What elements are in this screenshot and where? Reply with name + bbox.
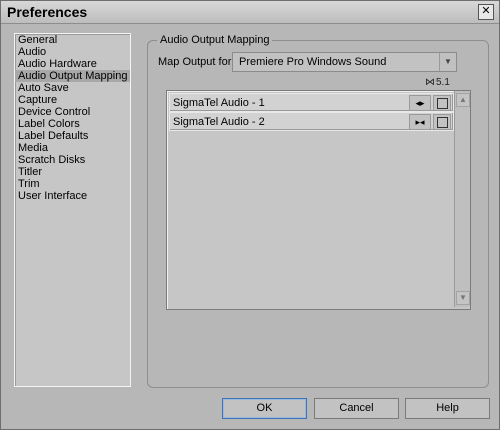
category-item-audio[interactable]: Audio: [15, 46, 130, 58]
category-item-device-control[interactable]: Device Control: [15, 106, 130, 118]
category-item-user-interface[interactable]: User Interface: [15, 190, 130, 202]
surround-icon[interactable]: [433, 114, 451, 130]
vertical-scrollbar[interactable]: ▲ ▼: [454, 91, 470, 307]
category-item-media[interactable]: Media: [15, 142, 130, 154]
ok-button[interactable]: OK: [222, 398, 307, 419]
map-output-label: Map Output for:: [158, 56, 235, 68]
row-label: SigmaTel Audio - 1: [173, 97, 265, 109]
column-5-1-label: 5.1: [436, 77, 450, 88]
row-label: SigmaTel Audio - 2: [173, 116, 265, 128]
stereo-icon: ⋈: [425, 77, 435, 88]
scroll-down-icon[interactable]: ▼: [456, 291, 470, 305]
map-output-value: Premiere Pro Windows Sound: [239, 56, 387, 68]
category-item-label-defaults[interactable]: Label Defaults: [15, 130, 130, 142]
category-item-label-colors[interactable]: Label Colors: [15, 118, 130, 130]
window-title: Preferences: [7, 4, 88, 20]
category-item-auto-save[interactable]: Auto Save: [15, 82, 130, 94]
group-title: Audio Output Mapping: [157, 34, 273, 46]
help-button[interactable]: Help: [405, 398, 490, 419]
speaker-right-icon[interactable]: ▸◂: [409, 114, 431, 130]
mapping-row-1[interactable]: SigmaTel Audio - 1 ◂▸: [169, 93, 454, 112]
category-list[interactable]: General Audio Audio Hardware Audio Outpu…: [14, 33, 131, 387]
category-item-capture[interactable]: Capture: [15, 94, 130, 106]
cancel-button[interactable]: Cancel: [314, 398, 399, 419]
category-item-titler[interactable]: Titler: [15, 166, 130, 178]
category-item-scratch-disks[interactable]: Scratch Disks: [15, 154, 130, 166]
chevron-down-icon[interactable]: ▼: [439, 53, 456, 71]
category-item-audio-hardware[interactable]: Audio Hardware: [15, 58, 130, 70]
mapping-panel: SigmaTel Audio - 1 ◂▸ SigmaTel Audio - 2…: [166, 90, 471, 310]
scroll-up-icon[interactable]: ▲: [456, 93, 470, 107]
category-item-general[interactable]: General: [15, 34, 130, 46]
speaker-left-icon[interactable]: ◂▸: [409, 95, 431, 111]
map-output-select[interactable]: Premiere Pro Windows Sound ▼: [232, 52, 457, 72]
title-bar: Preferences ✕: [1, 1, 499, 24]
category-item-audio-output-mapping[interactable]: Audio Output Mapping: [15, 70, 130, 82]
close-icon[interactable]: ✕: [478, 4, 494, 20]
surround-icon[interactable]: [433, 95, 451, 111]
preferences-window: Preferences ✕ General Audio Audio Hardwa…: [0, 0, 500, 430]
mapping-row-2[interactable]: SigmaTel Audio - 2 ▸◂: [169, 112, 454, 131]
category-item-trim[interactable]: Trim: [15, 178, 130, 190]
